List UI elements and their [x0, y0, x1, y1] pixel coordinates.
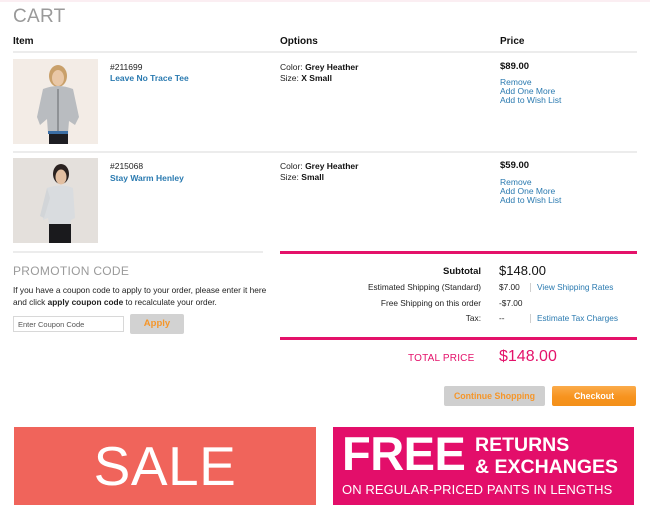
free-shipping-value: -$7.00	[499, 298, 523, 308]
product-sku: #211699	[110, 62, 143, 72]
product-name-link[interactable]: Stay Warm Henley	[110, 173, 184, 183]
promo-text-emphasis: apply coupon code	[47, 296, 124, 307]
free-banner-subtext: ON REGULAR-PRICED PANTS IN LENGTHS	[342, 482, 613, 497]
total-price-value: $148.00	[499, 348, 557, 365]
free-returns-banner[interactable]: FREE RETURNS & EXCHANGES ON REGULAR-PRIC…	[333, 427, 634, 505]
product-price: $89.00	[500, 61, 530, 72]
product-options: Color: Grey Heather Size: X Small	[280, 62, 358, 84]
tax-label: Tax:	[465, 313, 481, 323]
product-image[interactable]	[13, 158, 98, 243]
promo-text: to recalculate your order.	[123, 296, 217, 307]
column-header-item: Item	[13, 36, 34, 47]
free-banner-line1: RETURNS	[475, 434, 570, 456]
view-shipping-rates-link[interactable]: View Shipping Rates	[537, 282, 613, 292]
sale-banner[interactable]: SALE	[14, 427, 316, 505]
free-banner-line2: & EXCHANGES	[475, 456, 619, 478]
subtotal-value: $148.00	[499, 263, 546, 278]
color-label: Color:	[280, 62, 303, 72]
subtotal-label: Subtotal	[443, 266, 481, 277]
separator	[530, 283, 531, 292]
size-value: Small	[301, 172, 324, 182]
size-value: X Small	[301, 73, 332, 83]
tax-value: --	[499, 313, 505, 323]
color-value: Grey Heather	[305, 62, 359, 72]
free-shipping-label: Free Shipping on this order	[380, 298, 481, 308]
size-label: Size:	[280, 172, 299, 182]
apply-coupon-button[interactable]: Apply	[130, 314, 184, 334]
summary-bottom-divider	[280, 337, 637, 340]
color-label: Color:	[280, 161, 303, 171]
promo-title: PROMOTION CODE	[13, 264, 130, 278]
shipping-label: Estimated Shipping (Standard)	[368, 282, 481, 292]
column-header-options: Options	[280, 36, 318, 47]
product-photo-hoodie-icon	[13, 59, 98, 144]
product-photo-henley-icon	[13, 158, 98, 243]
product-name-link[interactable]: Leave No Trace Tee	[110, 73, 189, 83]
add-to-wish-list-link[interactable]: Add to Wish List	[500, 196, 561, 205]
separator	[530, 314, 531, 323]
sale-banner-text: SALE	[93, 435, 237, 497]
total-price-label: TOTAL PRICE	[408, 353, 475, 364]
estimate-tax-link[interactable]: Estimate Tax Charges	[537, 313, 618, 323]
add-to-wish-list-link[interactable]: Add to Wish List	[500, 96, 561, 105]
color-value: Grey Heather	[305, 161, 359, 171]
product-image[interactable]	[13, 59, 98, 144]
top-border	[0, 0, 650, 2]
continue-shopping-button[interactable]: Continue Shopping	[444, 386, 545, 406]
item-actions: Remove Add One More Add to Wish List	[500, 78, 561, 105]
column-header-price: Price	[500, 36, 525, 47]
coupon-code-input[interactable]	[13, 316, 124, 332]
product-sku: #215068	[110, 161, 144, 171]
free-banner-headline: FREE	[342, 427, 466, 480]
summary-top-divider	[280, 251, 637, 254]
item-divider	[13, 151, 637, 153]
page-title: CART	[13, 6, 66, 27]
checkout-button[interactable]: Checkout	[552, 386, 636, 406]
promo-instructions: If you have a coupon code to apply to yo…	[13, 285, 268, 308]
header-divider	[13, 51, 637, 53]
promo-divider	[13, 251, 263, 253]
product-options: Color: Grey Heather Size: Small	[280, 161, 358, 183]
item-actions: Remove Add One More Add to Wish List	[500, 178, 561, 205]
product-price: $59.00	[500, 160, 530, 171]
size-label: Size:	[280, 73, 299, 83]
shipping-value: $7.00	[499, 282, 520, 292]
